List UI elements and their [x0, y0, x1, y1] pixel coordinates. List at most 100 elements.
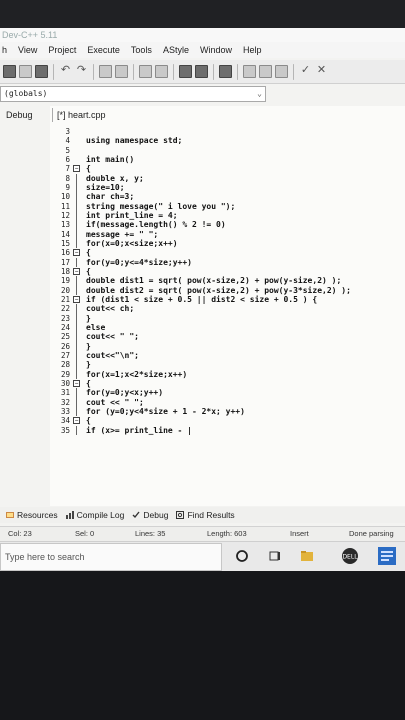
menu-item-astyle[interactable]: AStyle — [163, 42, 189, 58]
fold-gutter-line — [76, 332, 77, 342]
replace-icon[interactable] — [115, 65, 128, 78]
code-line[interactable]: 26} — [50, 341, 405, 351]
fold-toggle-icon[interactable]: − — [73, 267, 80, 275]
find-icon[interactable] — [99, 65, 112, 78]
line-number: 4 — [65, 136, 70, 146]
code-line[interactable]: 20 double dist2 = sqrt( pow(x-size,2) + p… — [50, 285, 405, 295]
code-line[interactable]: 14 message += " "; — [50, 229, 405, 239]
close-file-icon[interactable] — [35, 65, 48, 78]
code-line[interactable]: 4 using namespace std; — [50, 136, 405, 145]
chevron-down-icon[interactable]: ⌄ — [257, 87, 262, 101]
line-number: 15 — [60, 238, 70, 248]
line-number: 35 — [60, 425, 70, 435]
fullscreen-icon[interactable] — [259, 65, 272, 78]
code-line[interactable]: 11 string message(" i love you "); — [50, 201, 405, 211]
code-line[interactable]: 25 cout<< " "; — [50, 332, 405, 342]
code-line[interactable]: 12 int print_line = 4; — [50, 210, 405, 221]
check-icon[interactable]: ✓ — [299, 65, 312, 78]
line-number: 7 — [65, 164, 70, 174]
code-line[interactable]: 21− if (dist1 < size + 0.5 || dist2 < siz… — [50, 295, 405, 304]
line-number: 18 — [60, 266, 70, 276]
menu-item-window[interactable]: Window — [200, 42, 232, 58]
goto-line-icon[interactable] — [179, 65, 192, 78]
fold-toggle-icon[interactable]: − — [73, 417, 80, 425]
dell-icon[interactable]: DELL — [341, 547, 359, 565]
code-line[interactable]: 28} — [50, 360, 405, 370]
code-text: { — [86, 164, 91, 174]
menu-item-project[interactable]: Project — [48, 42, 76, 58]
code-text: char ch=3; — [86, 192, 135, 202]
code-line[interactable]: 5 — [50, 146, 405, 155]
tab-debug-output[interactable]: Debug — [132, 510, 168, 520]
line-number: 30 — [60, 378, 70, 388]
tab-compile-log[interactable]: Compile Log — [65, 510, 124, 520]
code-line[interactable]: 3 — [50, 127, 405, 136]
line-number: 5 — [65, 145, 70, 155]
code-line[interactable]: 27 cout<<"\n"; — [50, 350, 405, 361]
code-line[interactable]: 7−{ — [50, 164, 405, 173]
grid-icon[interactable] — [275, 65, 288, 78]
compile-icon[interactable] — [3, 65, 16, 78]
code-line[interactable]: 30−{ — [50, 379, 405, 388]
task-view-icon[interactable] — [268, 549, 282, 563]
code-line[interactable]: 9 size=10; — [50, 182, 405, 193]
fold-gutter-line — [76, 257, 77, 267]
indent-icon[interactable] — [139, 65, 152, 78]
fold-gutter-line — [76, 276, 77, 286]
code-text: } — [86, 313, 91, 323]
code-line[interactable]: 10 char ch=3; — [50, 192, 405, 202]
tab-find-results[interactable]: Find Results — [176, 510, 235, 520]
taskbar-search-input[interactable]: Type here to search — [0, 543, 222, 571]
code-text: int main() — [86, 154, 135, 164]
fold-toggle-icon[interactable]: − — [73, 249, 80, 257]
code-line[interactable]: 8 double x, y; — [50, 173, 405, 183]
code-text: cout << " "; — [86, 397, 144, 407]
devcpp-app-icon[interactable] — [378, 547, 396, 565]
unindent-icon[interactable] — [155, 65, 168, 78]
code-line[interactable]: 17 for(y=0;y<=4*size;y++) — [50, 257, 405, 267]
tile-windows-icon[interactable] — [243, 65, 256, 78]
fold-gutter-line — [76, 220, 77, 230]
code-line[interactable]: 33 for (y=0;y<4*size + 1 - 2*x; y++) — [50, 406, 405, 417]
code-line[interactable]: 15 for(x=0;x<size;x++) — [50, 238, 405, 249]
redo-icon[interactable]: ↷ — [75, 65, 88, 78]
code-line[interactable]: 31 for(y=0;y<x;y++) — [50, 388, 405, 398]
shield-icon[interactable] — [219, 65, 232, 78]
line-number: 28 — [60, 360, 70, 370]
file-tab[interactable]: [*] heart.cpp — [52, 108, 110, 122]
code-line[interactable]: 23} — [50, 313, 405, 323]
undo-icon[interactable]: ↶ — [59, 65, 72, 78]
menu-item-view[interactable]: View — [18, 42, 37, 58]
check-icon — [132, 511, 140, 519]
code-line[interactable]: 13 if(message.length() % 2 != 0) — [50, 220, 405, 230]
code-line[interactable]: 29 for(x=1;x<2*size;x++) — [50, 369, 405, 379]
menu-item-help[interactable]: Help — [243, 42, 262, 58]
code-line[interactable]: 22 cout<< ch; — [50, 304, 405, 314]
file-explorer-icon[interactable] — [300, 549, 314, 563]
fold-toggle-icon[interactable]: − — [73, 379, 80, 387]
menu-item-execute[interactable]: Execute — [87, 42, 120, 58]
fold-toggle-icon[interactable]: − — [73, 295, 80, 303]
tab-resources[interactable]: Resources — [6, 510, 58, 520]
code-line[interactable]: 16−{ — [50, 248, 405, 257]
code-editor[interactable]: [*] heart.cpp 3 4 using namespace std; 5 6 in… — [50, 106, 405, 506]
code-line[interactable]: 19 double dist1 = sqrt( pow(x-size,2) + p… — [50, 276, 405, 286]
code-line[interactable]: 18−{ — [50, 267, 405, 276]
code-line[interactable]: 24 else — [50, 322, 405, 333]
toolbar: ↶ ↷ ✓ ✕ — [0, 60, 405, 84]
menu-item-tools[interactable]: Tools — [131, 42, 152, 58]
close-icon[interactable]: ✕ — [315, 65, 328, 78]
cortana-icon[interactable] — [235, 549, 249, 563]
bookmark-icon[interactable] — [195, 65, 208, 78]
fold-toggle-icon[interactable]: − — [73, 165, 80, 173]
tab-debug[interactable]: Debug — [6, 110, 33, 120]
scope-dropdown[interactable]: (globals) ⌄ — [0, 86, 266, 102]
code-line[interactable]: 32 cout << " "; — [50, 397, 405, 407]
menu-item-h[interactable]: h — [2, 42, 7, 58]
code-line[interactable]: 6 int main() — [50, 155, 405, 164]
line-number: 29 — [60, 369, 70, 379]
print-icon[interactable] — [19, 65, 32, 78]
code-line[interactable]: 35 if (x>= print_line - | — [50, 425, 405, 435]
left-panel: Debug — [0, 106, 50, 506]
code-line[interactable]: 34−{ — [50, 416, 405, 425]
